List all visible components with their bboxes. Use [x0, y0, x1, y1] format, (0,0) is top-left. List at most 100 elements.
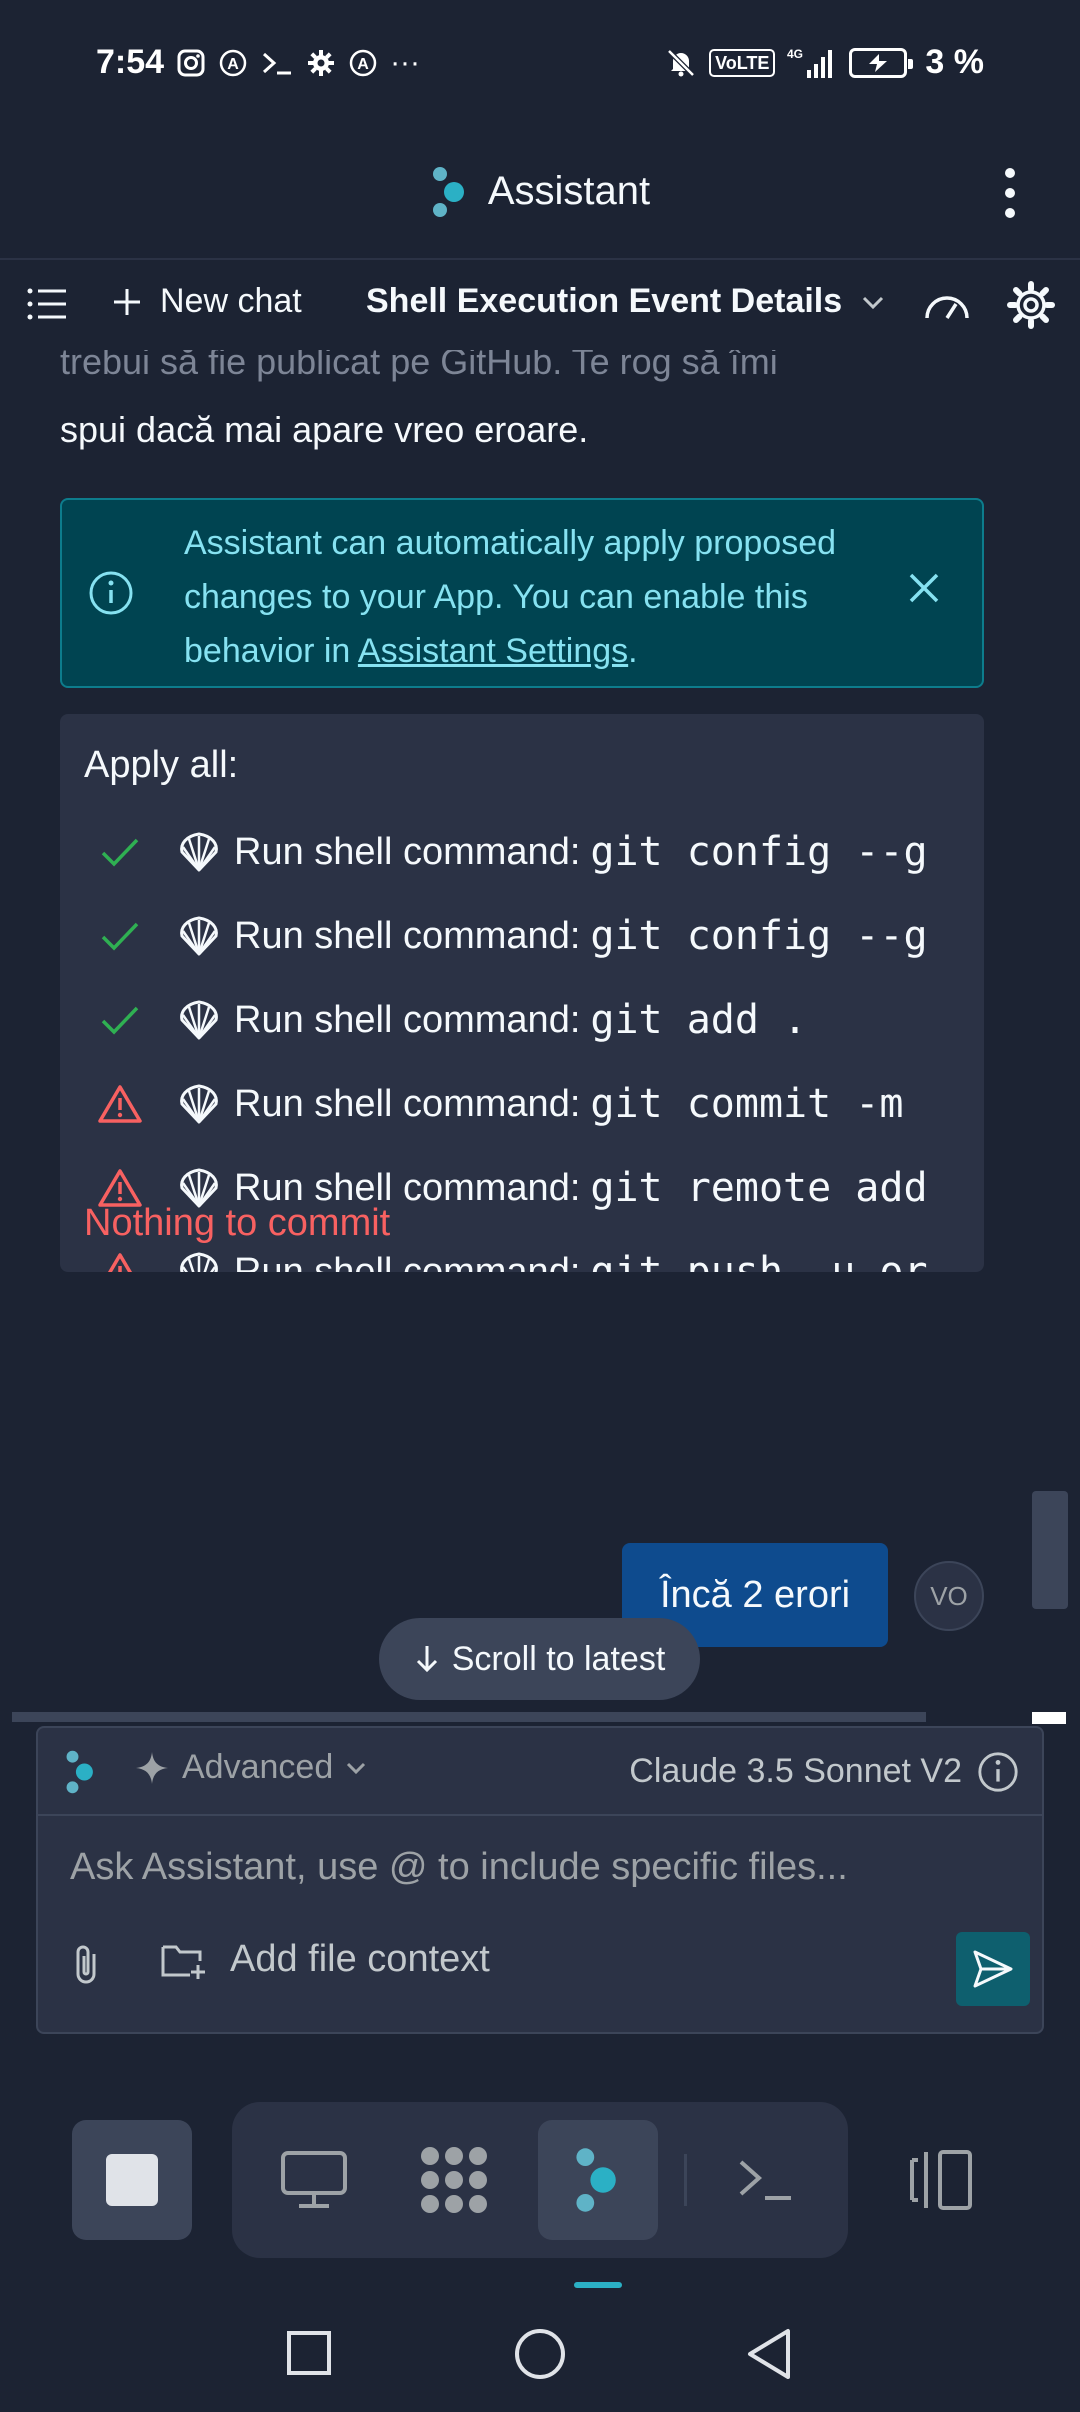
- terminal-icon: [739, 2160, 791, 2200]
- apply-row-label: Run shell command:: [234, 1082, 581, 1125]
- apply-all-title[interactable]: Apply all:: [84, 744, 238, 787]
- dock-apps-button[interactable]: [394, 2120, 514, 2240]
- svg-text:A: A: [227, 56, 239, 73]
- assistant-logo-icon: [576, 2148, 616, 2212]
- dock-assistant-button[interactable]: [538, 2120, 658, 2240]
- check-icon: [90, 1003, 150, 1037]
- chat-toolbar: New chat Shell Execution Event Details: [0, 262, 1080, 350]
- check-icon: [90, 919, 150, 953]
- gauge-icon: [925, 296, 969, 319]
- panel-switch-icon: [910, 2150, 972, 2210]
- arrow-down-icon: [416, 1646, 437, 1673]
- assistant-settings-link[interactable]: Assistant Settings: [358, 632, 628, 670]
- settings-button[interactable]: [1006, 280, 1056, 330]
- vertical-scrollbar-thumb[interactable]: [1032, 1491, 1068, 1609]
- toggle-panels-button[interactable]: [900, 2140, 980, 2225]
- more-options-icon[interactable]: [980, 157, 1040, 229]
- shell-shell-icon: [174, 830, 224, 874]
- notice-text: Assistant can automatically apply propos…: [184, 516, 884, 678]
- instagram-icon: [177, 49, 205, 76]
- horizontal-scrollbar[interactable]: [12, 1712, 926, 1722]
- app-header: Assistant: [0, 125, 1080, 260]
- apply-row[interactable]: Run shell command: git commit -m: [60, 1062, 960, 1146]
- assistant-message-text: trebui să fie publicat pe GitHub. Te rog…: [60, 350, 1000, 464]
- status-left: 7:54 A A ···: [96, 43, 420, 82]
- chevron-down-icon: [347, 1762, 366, 1774]
- info-icon[interactable]: [976, 1750, 1020, 1794]
- apply-row[interactable]: Run shell command:git config --global us…: [60, 894, 960, 978]
- workspace-dock: [232, 2102, 848, 2258]
- dock-shell-button[interactable]: [706, 2120, 826, 2240]
- a-icon: A: [219, 49, 247, 76]
- assistant-logo-icon: [66, 1750, 93, 1794]
- apply-row[interactable]: Run shell command: git add .: [60, 978, 960, 1062]
- apply-row-command: git commit -m: [590, 1081, 904, 1127]
- message-line: spui dacă mai apare vreo eroare.: [60, 409, 589, 450]
- apply-error-text: Nothing to commit: [84, 1202, 391, 1244]
- dock-webview-button[interactable]: [254, 2120, 374, 2240]
- scroll-to-latest-label: Scroll to latest: [451, 1639, 666, 1678]
- add-file-context-button[interactable]: Add file context: [160, 1938, 490, 1981]
- paperclip-icon[interactable]: [68, 1942, 108, 1988]
- terminal-icon: [263, 52, 292, 74]
- shell-shell-icon: [174, 914, 224, 958]
- app-title: Assistant: [487, 169, 651, 213]
- mode-label: Advanced: [182, 1748, 334, 1786]
- apply-row-label: Run shell command:: [234, 914, 581, 957]
- warning-icon: [90, 1251, 150, 1272]
- svg-text:4G: 4G: [787, 47, 803, 61]
- apply-row[interactable]: Run shell command:git config --global us…: [60, 810, 960, 894]
- chat-title-dropdown[interactable]: Shell Execution Event Details: [366, 282, 886, 321]
- avatar[interactable]: VO: [914, 1561, 984, 1631]
- new-chat-label: New chat: [160, 282, 302, 320]
- volte-badge: VoLTE: [709, 48, 776, 77]
- clock: 7:54: [96, 43, 165, 81]
- gear-icon: [1007, 281, 1055, 329]
- chat-scroll-area[interactable]: trebui să fie publicat pe GitHub. Te rog…: [0, 350, 1080, 1720]
- stop-icon: [106, 2154, 158, 2206]
- dock-divider: [684, 2154, 687, 2206]
- apply-row-command: git push -u origin main: [590, 1249, 930, 1272]
- battery-icon: [849, 47, 914, 78]
- apply-all-card: Apply all: Run shell command: git config …: [60, 714, 984, 1272]
- apply-row-command: git config --global user.email: [590, 913, 930, 959]
- recents-icon[interactable]: [284, 2326, 334, 2382]
- horizontal-scrollbar-marker: [1032, 1712, 1066, 1724]
- mode-dropdown[interactable]: Advanced: [134, 1748, 367, 1787]
- prompt-input[interactable]: [70, 1846, 1010, 1889]
- sparkle-icon: [136, 1751, 168, 1784]
- active-tab-indicator: [574, 2282, 622, 2288]
- shell-shell-icon: [174, 1250, 224, 1272]
- new-chat-button[interactable]: New chat: [112, 282, 302, 321]
- assistant-logo-icon: [432, 166, 464, 217]
- svg-text:A: A: [357, 56, 369, 73]
- back-icon[interactable]: [744, 2326, 796, 2382]
- send-icon: [973, 1950, 1013, 1988]
- home-icon[interactable]: [512, 2326, 568, 2382]
- chat-composer: Advanced Claude 3.5 Sonnet V2 Add file c…: [36, 1726, 1044, 2034]
- apply-row-command: git remote add origin: [590, 1165, 930, 1211]
- send-button[interactable]: [956, 1932, 1030, 2006]
- apply-row-label: Run shell command:: [234, 830, 581, 873]
- notice-period: .: [628, 632, 638, 670]
- chat-history-button[interactable]: [26, 286, 68, 322]
- signal-icon: 4G: [787, 47, 833, 78]
- plus-icon: [114, 288, 140, 315]
- apply-row-label: Run shell command:: [234, 998, 581, 1041]
- chat-title: Shell Execution Event Details: [366, 282, 843, 320]
- grid-apps-icon: [421, 2147, 487, 2213]
- apply-row-label: Run shell command:: [234, 1250, 581, 1273]
- check-icon: [90, 835, 150, 869]
- warning-icon: [90, 1083, 150, 1125]
- message-line: trebui să fie publicat pe GitHub. Te rog…: [60, 350, 778, 382]
- stop-button[interactable]: [72, 2120, 192, 2240]
- list-icon: [27, 288, 66, 320]
- scroll-to-latest-button[interactable]: Scroll to latest: [379, 1618, 700, 1700]
- model-name[interactable]: Claude 3.5 Sonnet V2: [629, 1752, 962, 1791]
- folder-add-icon: [161, 1945, 205, 1979]
- monitor-icon: [281, 2151, 347, 2208]
- apply-row-command: git add .: [590, 997, 808, 1043]
- apply-row-command: git config --global user.name: [590, 829, 930, 875]
- usage-meter-button[interactable]: [922, 284, 972, 324]
- close-icon[interactable]: [906, 570, 942, 606]
